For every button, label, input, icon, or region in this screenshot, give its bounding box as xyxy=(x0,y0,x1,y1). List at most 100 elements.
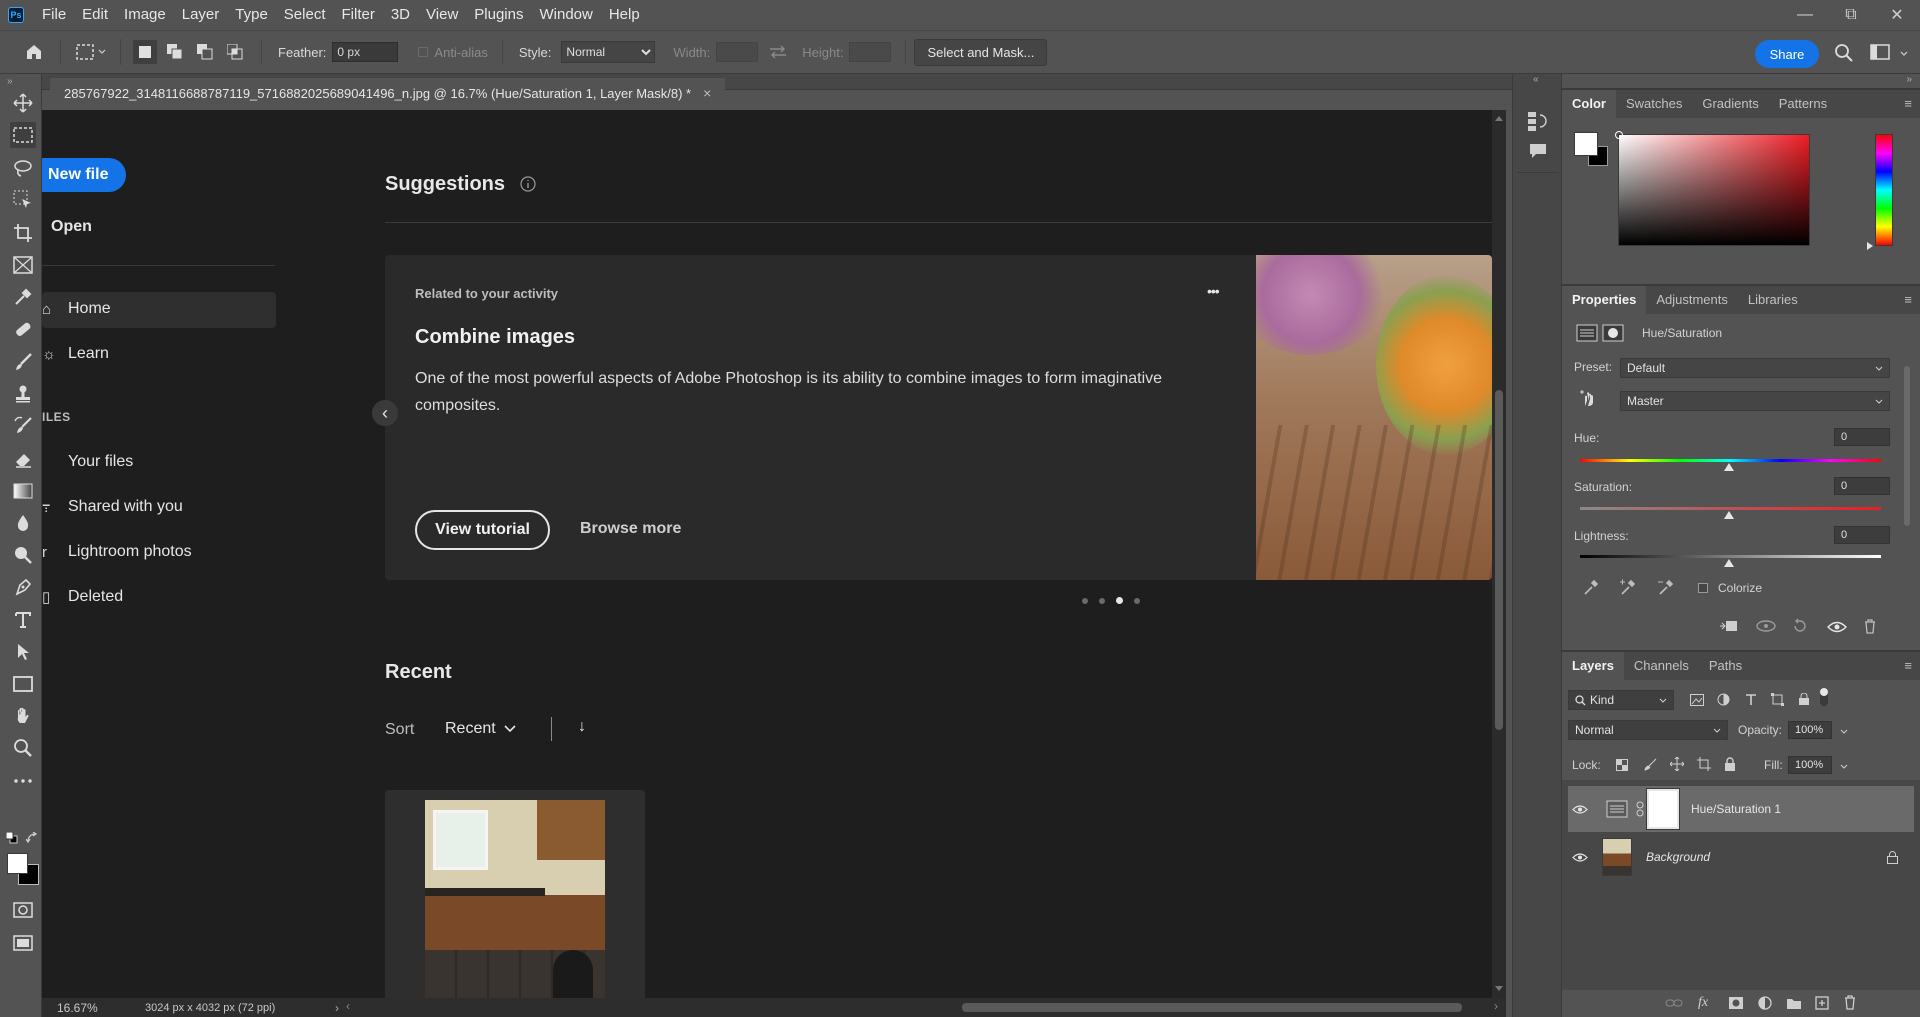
frame-tool[interactable] xyxy=(10,252,36,278)
quick-mask-button[interactable] xyxy=(10,897,36,923)
targeted-adjustment-icon[interactable] xyxy=(1578,388,1600,410)
healing-brush-tool[interactable] xyxy=(10,316,36,342)
history-brush-tool[interactable] xyxy=(10,413,36,439)
lock-artboard-icon[interactable] xyxy=(1697,757,1711,771)
saturation-input[interactable]: 0 xyxy=(1834,477,1890,495)
fx-icon[interactable]: fx xyxy=(1698,995,1708,1011)
properties-scrollbar[interactable] xyxy=(1904,366,1910,526)
restore-button[interactable]: ⧉ xyxy=(1828,0,1874,30)
select-and-mask-button[interactable]: Select and Mask... xyxy=(914,38,1048,66)
marquee-preset-button[interactable] xyxy=(75,43,106,61)
view-previous-state-icon[interactable] xyxy=(1755,618,1777,634)
lock-icon[interactable] xyxy=(1887,851,1898,864)
collapse-panels-icon[interactable]: » xyxy=(1906,74,1912,85)
carousel-dot[interactable] xyxy=(1082,597,1088,604)
filter-adjustment-icon[interactable] xyxy=(1717,693,1730,706)
subtract-selection-mode[interactable] xyxy=(193,40,217,64)
expand-dock-icon[interactable]: « xyxy=(1533,74,1539,85)
add-mask-icon[interactable] xyxy=(1728,996,1744,1010)
lock-all-icon[interactable] xyxy=(1724,757,1736,771)
chevron-down-icon[interactable] xyxy=(1900,51,1908,57)
blend-mode-select[interactable]: Normal xyxy=(1568,720,1728,740)
layer-kind-filter[interactable]: Kind xyxy=(1568,690,1674,710)
filter-pixel-icon[interactable] xyxy=(1690,694,1704,706)
marquee-tool[interactable] xyxy=(10,122,36,148)
foreground-color-swatch[interactable] xyxy=(7,853,28,874)
lock-image-icon[interactable] xyxy=(1644,758,1657,771)
scroll-left-icon[interactable]: ‹ xyxy=(346,999,350,1013)
browse-more-button[interactable]: Browse more xyxy=(580,520,681,538)
nav-lightroom[interactable]: r Lightroom photos xyxy=(42,543,192,561)
antialias-checkbox[interactable] xyxy=(418,47,429,57)
tab-patterns[interactable]: Patterns xyxy=(1769,90,1837,118)
hue-slider-handle[interactable] xyxy=(1724,463,1734,471)
feather-input[interactable] xyxy=(332,42,399,62)
open-button[interactable]: Open xyxy=(51,218,92,236)
filter-smart-object-icon[interactable] xyxy=(1798,693,1810,706)
nav-home[interactable]: ⌂ Home xyxy=(42,300,111,318)
more-options-icon[interactable]: ••• xyxy=(1207,283,1220,299)
panel-menu-icon[interactable]: ≡ xyxy=(1904,658,1912,673)
comment-icon[interactable] xyxy=(1528,142,1548,160)
blur-tool[interactable] xyxy=(10,510,36,536)
carousel-dot-active[interactable] xyxy=(1116,597,1123,604)
color-field-picker[interactable] xyxy=(1615,131,1623,139)
move-tool[interactable] xyxy=(10,90,36,116)
path-selection-tool[interactable] xyxy=(10,639,36,665)
tab-swatches[interactable]: Swatches xyxy=(1616,90,1692,118)
tab-properties[interactable]: Properties xyxy=(1562,286,1647,314)
layer-row-background[interactable]: Background xyxy=(1568,834,1914,880)
new-group-icon[interactable] xyxy=(1786,997,1802,1010)
eyedropper-plus-icon[interactable] xyxy=(1619,578,1637,596)
brush-tool[interactable] xyxy=(10,349,36,375)
fill-input[interactable]: 100% xyxy=(1788,756,1832,774)
new-adjustment-icon[interactable] xyxy=(1758,996,1772,1010)
rectangle-tool[interactable] xyxy=(10,671,36,697)
new-layer-icon[interactable] xyxy=(1815,996,1829,1010)
link-layers-icon[interactable] xyxy=(1665,998,1683,1008)
new-selection-mode[interactable] xyxy=(133,40,157,64)
menu-filter[interactable]: Filter xyxy=(334,0,383,30)
horizontal-scrollbar[interactable]: ‹ › xyxy=(342,998,1506,1017)
lasso-tool[interactable] xyxy=(10,155,36,181)
mask-icon[interactable] xyxy=(1602,324,1624,342)
eyedropper-minus-icon[interactable] xyxy=(1657,578,1675,596)
preset-select[interactable]: Default xyxy=(1620,358,1890,378)
link-icon[interactable] xyxy=(1636,801,1644,817)
minimize-button[interactable]: — xyxy=(1782,0,1828,30)
lightness-slider-track[interactable] xyxy=(1580,555,1881,558)
menu-type[interactable]: Type xyxy=(227,0,276,30)
lightness-slider-handle[interactable] xyxy=(1724,559,1734,567)
nav-your-files[interactable]: Your files xyxy=(42,453,133,471)
lock-transparent-icon[interactable] xyxy=(1616,759,1628,771)
menu-edit[interactable]: Edit xyxy=(74,0,116,30)
carousel-dot[interactable] xyxy=(1134,597,1140,604)
horizontal-scroll-thumb[interactable] xyxy=(962,1003,1462,1012)
menu-window[interactable]: Window xyxy=(531,0,600,30)
menu-3d[interactable]: 3D xyxy=(383,0,418,30)
status-menu-arrow[interactable]: › xyxy=(335,1001,339,1015)
tab-color[interactable]: Color xyxy=(1562,90,1616,118)
opacity-input[interactable]: 100% xyxy=(1788,721,1832,739)
scroll-up-icon[interactable] xyxy=(1495,116,1503,121)
workspace-icon[interactable] xyxy=(1870,44,1892,62)
intersect-selection-mode[interactable] xyxy=(223,40,247,64)
hue-spectrum-handle[interactable] xyxy=(1867,242,1873,250)
menu-view[interactable]: View xyxy=(418,0,466,30)
add-selection-mode[interactable] xyxy=(163,40,187,64)
visibility-eye-icon[interactable] xyxy=(1827,620,1847,634)
width-input[interactable] xyxy=(716,42,759,62)
panel-menu-icon[interactable]: ≡ xyxy=(1904,96,1912,111)
hue-spectrum-slider[interactable] xyxy=(1875,134,1893,246)
vertical-scrollbar[interactable] xyxy=(1492,110,1506,998)
crop-tool[interactable] xyxy=(10,220,36,246)
recent-file-card[interactable] xyxy=(385,790,645,998)
menu-image[interactable]: Image xyxy=(116,0,174,30)
menu-help[interactable]: Help xyxy=(601,0,648,30)
pen-tool[interactable] xyxy=(10,574,36,600)
vertical-scroll-thumb[interactable] xyxy=(1495,390,1503,730)
visibility-eye-icon[interactable] xyxy=(1572,804,1588,815)
reset-icon[interactable] xyxy=(1791,618,1809,634)
dodge-tool[interactable] xyxy=(10,542,36,568)
gradient-tool[interactable] xyxy=(10,478,36,504)
